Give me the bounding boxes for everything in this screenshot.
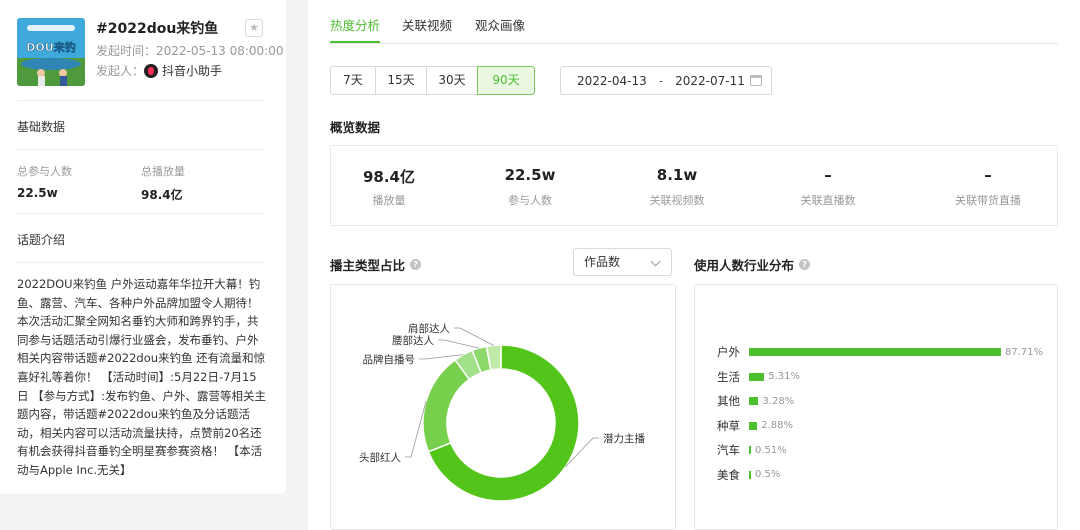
industry-title: 使用人数行业分布 ? [694,255,811,274]
range-7d-button[interactable]: 7天 [330,66,376,95]
donut-label: 腰部达人 [392,334,434,347]
divider [17,149,264,150]
chevron-down-icon [650,256,661,267]
overview-value: – [824,166,832,184]
range-90d-button[interactable]: 90天 [477,66,535,95]
initiator-row: 发起人： 抖音小助手 [96,62,222,79]
tiktok-avatar-icon [144,63,159,78]
industry-bar[interactable] [749,348,1001,356]
industry-bar-value: 3.28% [762,395,795,407]
initiator-label: 发起人： [96,64,145,78]
overview-card: 98.4亿 播放量 22.5w 参与人数 8.1w 关联视频数 – 关联直播数 … [330,145,1058,226]
help-icon[interactable]: ? [799,259,811,270]
donut-label: 头部红人 [359,451,401,464]
star-icon: ★ [249,21,259,34]
industry-bar-label: 其他 [717,394,740,408]
date-range-picker[interactable]: 2022-04-13 - 2022-07-11 [560,66,772,95]
creator-type-card: 潜力主播头部红人 品牌自播号 腰部达人 肩部达人 [330,284,676,530]
plays-value: 98.4亿 [141,188,183,202]
creator-type-title: 播主类型占比 ? [330,255,422,274]
industry-card: 户外 87.71% 生活 5.31% 其他 3.28% 种草 2.88% 汽车 0.51% 美食 0.… [694,284,1058,530]
industry-bar-row: 生活 5.31% [695,370,800,384]
tab-bar: 热度分析 关联视频 观众画像 [330,0,1058,44]
overview-label: 播放量 [372,194,406,207]
overview-value: 8.1w [656,166,698,184]
donut-leader-line [454,327,494,346]
industry-bar-value: 2.88% [761,420,794,431]
divider [17,262,264,263]
participants-value: 22.5w [17,186,58,200]
industry-bar-value: 5.31% [768,371,801,382]
industry-bar[interactable] [749,397,759,405]
industry-bar-label: 种草 [717,418,740,433]
creator-type-title-text: 播主类型占比 [330,258,406,273]
industry-bar-row: 其他 3.28% [695,394,794,408]
participants-label: 总参与人数 [17,165,72,178]
industry-bar-row: 汽车 0.51% [695,443,787,457]
industry-bar-row: 种草 2.88% [695,419,793,433]
overview-value: 98.4亿 [362,168,415,186]
industry-bar[interactable] [749,372,765,381]
metric-select[interactable]: 作品数 [573,248,672,276]
tab-audience-profile[interactable]: 观众画像 [475,15,525,34]
start-time-value: 2022-05-13 08:00:00 [156,43,284,58]
calendar-icon [750,75,762,86]
topic-cover-image: DOU来钓 [17,18,85,86]
industry-bar[interactable] [749,421,758,430]
industry-bar[interactable] [749,470,751,479]
overview-value: – [984,166,992,184]
favorite-star-button[interactable]: ★ [245,19,263,37]
date-end: 2022-07-11 [675,73,745,88]
overview-label: 关联带货直播 [955,194,1021,207]
divider [17,213,264,214]
svg-text:DOU来钓: DOU来钓 [26,40,75,54]
range-15d-button[interactable]: 15天 [375,66,427,95]
overview-value: 22.5w [504,166,556,184]
donut-label: 潜力主播 [603,432,645,445]
date-separator: - [658,73,664,88]
plays-label: 总播放量 [141,165,185,178]
overview-title: 概览数据 [330,120,381,135]
creator-type-donut-chart: 潜力主播头部红人 品牌自播号 腰部达人肩部达人 [359,322,645,502]
overview-label: 参与人数 [508,194,552,207]
time-range-selector: 7天 15天 30天 90天 [330,66,535,95]
overview-label: 关联直播数 [800,194,856,207]
range-30d-button[interactable]: 30天 [426,66,478,95]
industry-bar-value: 0.51% [755,444,787,456]
start-time-label: 发起时间： [96,44,157,58]
tab-heat-analysis[interactable]: 热度分析 [330,15,381,43]
industry-bar-label: 生活 [717,369,740,384]
industry-bar-label: 汽车 [717,443,740,457]
tab-related-videos[interactable]: 关联视频 [402,15,452,34]
industry-bar-label: 美食 [717,467,740,482]
metric-select-value: 作品数 [584,255,621,269]
topic-sidebar: DOU来钓 #2022dou来钓鱼 ★ 发起时间： 2022-05-13 08:… [0,0,286,494]
topic-title: #2022dou来钓鱼 [96,21,219,37]
start-time-row: 发起时间： 2022-05-13 08:00:00 [96,42,283,59]
initiator-name[interactable]: 抖音小助手 [162,62,222,79]
industry-bar-value: 0.5% [755,469,781,480]
donut-leader-line [438,339,480,349]
industry-bar[interactable] [749,446,751,454]
industry-bar-label: 户外 [717,345,740,359]
topic-intro-text: 2022DOU来钓鱼 户外运动嘉年华拉开大幕！钓鱼、露营、汽车、各种户外品牌加盟… [17,277,267,477]
help-icon[interactable]: ? [410,259,422,270]
industry-bar-row: 美食 0.5% [695,468,780,482]
industry-bar-row: 户外 87.71% [695,345,1043,359]
donut-slice[interactable] [422,358,471,453]
overview-label: 关联视频数 [649,194,705,207]
donut-label: 肩部达人 [408,322,450,335]
analysis-panel: 热度分析 关联视频 观众画像 7天 15天 30天 90天 2022-04-13… [308,0,1080,530]
industry-bar-value: 87.71% [1005,346,1044,358]
donut-label: 品牌自播号 [363,353,416,366]
intro-title: 话题介绍 [17,233,66,247]
divider [17,100,264,101]
industry-title-text: 使用人数行业分布 [694,258,795,273]
date-start: 2022-04-13 [577,73,647,88]
basic-data-title: 基础数据 [17,120,66,134]
